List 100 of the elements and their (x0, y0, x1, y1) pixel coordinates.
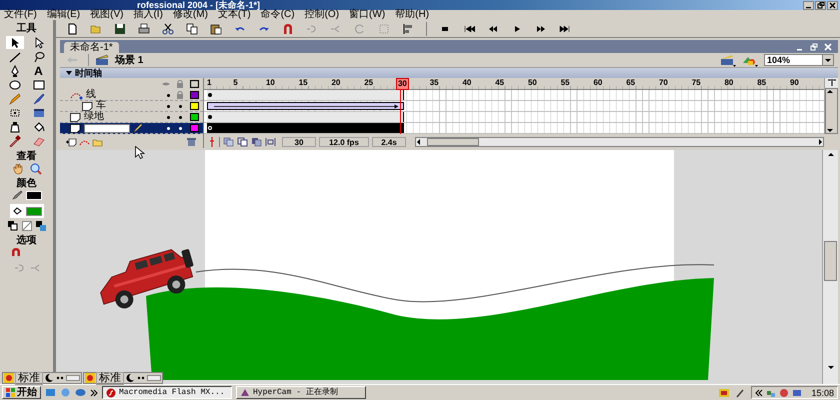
half-width-moon-icon[interactable] (44, 373, 54, 383)
scroll-up-icon[interactable] (826, 152, 834, 157)
menu-item[interactable]: 命令(C) (260, 10, 295, 20)
scroll-left-icon[interactable] (416, 138, 421, 146)
tray-app-icon[interactable] (779, 388, 790, 398)
scroll-down-icon[interactable] (826, 365, 834, 370)
paint-bucket-icon[interactable] (32, 120, 44, 132)
add-layer-icon[interactable] (66, 138, 77, 146)
taskbar-button[interactable]: Macromedia Flash MX... (102, 386, 232, 399)
line-icon[interactable] (8, 50, 20, 62)
ime-mode-button[interactable]: 标准 (15, 372, 43, 384)
desktop-icon[interactable] (45, 387, 56, 398)
scrollbar[interactable] (825, 88, 838, 134)
swatch-icon[interactable] (8, 221, 18, 231)
magnet-icon[interactable] (10, 247, 22, 259)
oval-icon[interactable] (8, 78, 20, 90)
close-icon[interactable] (827, 0, 838, 10)
layer-row[interactable]: 线 (60, 90, 203, 101)
menu-item[interactable]: 视图(V) (90, 10, 124, 20)
magnet-icon[interactable] (282, 22, 294, 34)
eyedropper-icon[interactable] (8, 134, 20, 146)
add-guide-layer-icon[interactable] (79, 138, 90, 146)
go-to-end-icon[interactable] (559, 22, 571, 34)
taskbar-button[interactable]: HyperCam - 正在录制 (236, 386, 366, 399)
outline-icon[interactable] (190, 80, 199, 88)
motion-tween[interactable] (207, 102, 404, 110)
trash-icon[interactable] (186, 137, 197, 147)
edit-scene-icon[interactable] (720, 54, 736, 66)
onion-markers-icon[interactable] (265, 137, 276, 147)
no-color-icon[interactable] (22, 221, 32, 231)
layer-name-field[interactable] (84, 124, 130, 132)
ime-logo-icon[interactable] (4, 373, 14, 383)
rectangle-icon[interactable] (32, 78, 44, 90)
outline-color-swatch[interactable] (190, 113, 199, 121)
horizontal-scrollbar[interactable] (415, 137, 824, 147)
align-icon[interactable] (402, 22, 414, 34)
pencil-icon[interactable] (8, 92, 20, 104)
copy-icon[interactable] (186, 22, 198, 34)
outline-color-swatch[interactable] (190, 102, 199, 110)
start-button[interactable]: 开始 (2, 386, 41, 399)
rewind-icon[interactable] (463, 22, 475, 34)
edit-multiple-icon[interactable] (251, 137, 262, 147)
brush-icon[interactable] (32, 92, 44, 104)
monitor-icon[interactable] (792, 388, 802, 398)
onion-outline-icon[interactable] (237, 137, 248, 147)
menu-item[interactable]: 文件(F) (4, 10, 37, 20)
chevron-icon[interactable] (90, 388, 98, 396)
center-frame-icon[interactable] (826, 78, 836, 88)
fill-color-swatch[interactable] (26, 206, 42, 216)
transform-icon[interactable] (8, 106, 20, 118)
car-drawing[interactable] (100, 248, 194, 308)
minimize-icon[interactable] (803, 0, 814, 10)
subselect-icon[interactable] (32, 36, 44, 48)
menu-item[interactable]: 窗口(W) (349, 10, 386, 20)
outline-color-swatch[interactable] (190, 124, 199, 132)
ime-logo-icon[interactable] (85, 373, 95, 383)
ink-bottle-icon[interactable] (8, 120, 20, 132)
save-icon[interactable] (114, 22, 126, 34)
layer-row[interactable] (60, 123, 203, 134)
lasso-icon[interactable] (32, 50, 44, 62)
menu-item[interactable]: 文本(T) (218, 10, 251, 20)
menu-item[interactable]: 编辑(E) (46, 10, 80, 20)
menu-item[interactable]: 控制(O) (304, 10, 340, 20)
menu-item[interactable]: 插入(I) (133, 10, 163, 20)
gradient-icon[interactable] (32, 106, 44, 118)
document-tab[interactable]: 未命名-1* (64, 42, 119, 53)
chevron-left-icon[interactable] (755, 388, 764, 396)
frame-number: 85 (756, 78, 768, 88)
text-tool[interactable]: A (34, 64, 43, 76)
menu-item[interactable]: 修改(M) (172, 10, 208, 20)
eraser-icon[interactable] (32, 134, 44, 146)
connection-icon[interactable] (735, 388, 746, 398)
scroll-down-icon[interactable] (826, 128, 834, 133)
zoom-icon[interactable] (30, 163, 42, 175)
hill-shape[interactable] (146, 278, 714, 380)
onion-skin-icon[interactable] (223, 137, 234, 147)
swap-icon[interactable] (36, 221, 46, 231)
scissors-icon[interactable] (162, 22, 174, 34)
ime-mode-button[interactable]: 标准 (96, 372, 124, 384)
half-width-moon-icon[interactable] (125, 373, 135, 383)
scrollbar-thumb[interactable] (427, 138, 479, 146)
scroll-up-icon[interactable] (826, 89, 834, 94)
outline-color-swatch[interactable] (190, 91, 199, 99)
paste-icon[interactable] (210, 22, 222, 34)
pen-icon[interactable] (8, 64, 20, 76)
collapse-triangle-icon[interactable] (66, 71, 72, 75)
print-icon[interactable] (138, 22, 150, 34)
input-method-icon[interactable] (719, 388, 730, 398)
menu-item[interactable]: 帮助(H) (395, 10, 430, 20)
scroll-right-icon[interactable] (818, 138, 823, 146)
scrollbar-thumb[interactable] (824, 241, 837, 281)
outlook-icon[interactable] (75, 387, 86, 398)
restore-icon[interactable] (815, 0, 826, 10)
new-file-icon[interactable] (66, 22, 78, 34)
scrollbar[interactable] (822, 150, 838, 384)
zoom-dropdown[interactable]: 104% (764, 54, 834, 66)
layer-row[interactable]: 车 (60, 101, 203, 112)
stroke-color-swatch[interactable] (26, 190, 42, 200)
guide-line[interactable] (196, 264, 714, 302)
hand-icon[interactable] (12, 163, 24, 175)
